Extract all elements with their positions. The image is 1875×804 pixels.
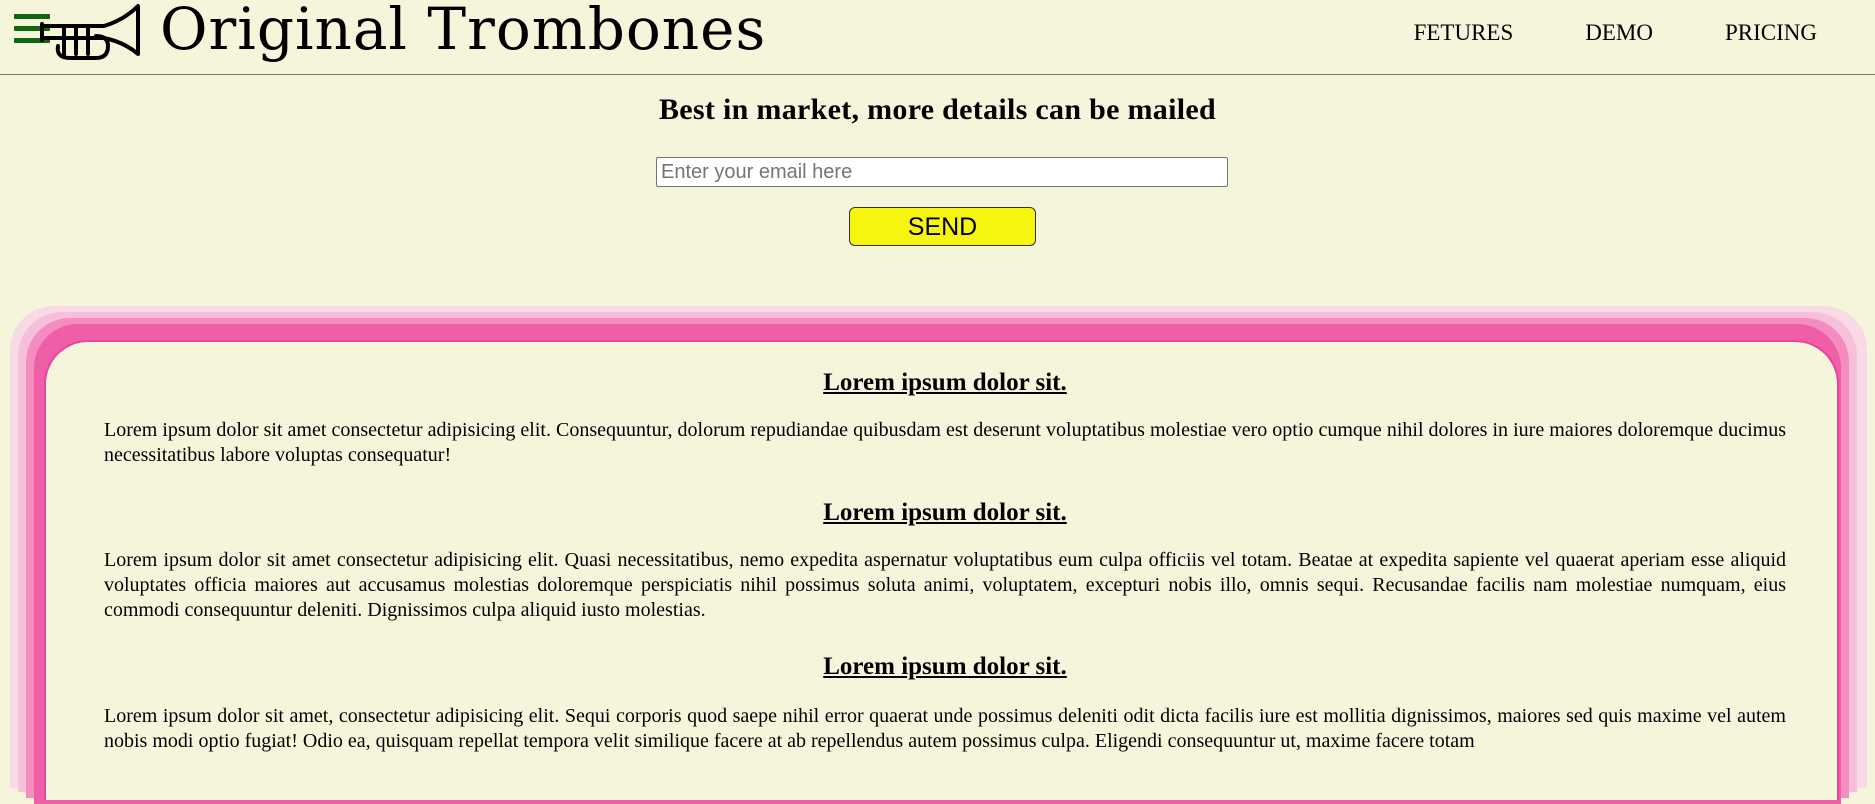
main-nav: FETURES DEMO PRICING bbox=[1342, 20, 1817, 46]
nav-link-features[interactable]: FETURES bbox=[1414, 20, 1514, 46]
content-card: Lorem ipsum dolor sit. Lorem ipsum dolor… bbox=[44, 340, 1839, 800]
trumpet-logo-icon bbox=[40, 4, 140, 60]
content-section: Lorem ipsum dolor sit. Lorem ipsum dolor… bbox=[104, 498, 1786, 623]
nav-link-pricing[interactable]: PRICING bbox=[1725, 20, 1817, 46]
nav-link-demo[interactable]: DEMO bbox=[1585, 20, 1653, 46]
hero-section: Best in market, more details can be mail… bbox=[0, 75, 1875, 246]
hero-title: Best in market, more details can be mail… bbox=[659, 93, 1216, 126]
brand-title: Original Trombones bbox=[160, 0, 767, 63]
section-heading: Lorem ipsum dolor sit. bbox=[823, 653, 1067, 680]
section-text: Lorem ipsum dolor sit amet consectetur a… bbox=[104, 549, 1786, 621]
section-heading: Lorem ipsum dolor sit. bbox=[823, 369, 1067, 396]
email-input[interactable] bbox=[656, 157, 1228, 187]
section-text: Lorem ipsum dolor sit amet consectetur a… bbox=[104, 419, 1786, 466]
site-header: Original Trombones FETURES DEMO PRICING bbox=[0, 0, 1875, 75]
content-section: Lorem ipsum dolor sit. Lorem ipsum dolor… bbox=[104, 652, 1786, 754]
content-section: Lorem ipsum dolor sit. Lorem ipsum dolor… bbox=[104, 368, 1786, 468]
section-text: Lorem ipsum dolor sit amet, consectetur … bbox=[104, 705, 1786, 752]
section-heading: Lorem ipsum dolor sit. bbox=[823, 499, 1067, 526]
send-button[interactable]: SEND bbox=[849, 207, 1036, 246]
